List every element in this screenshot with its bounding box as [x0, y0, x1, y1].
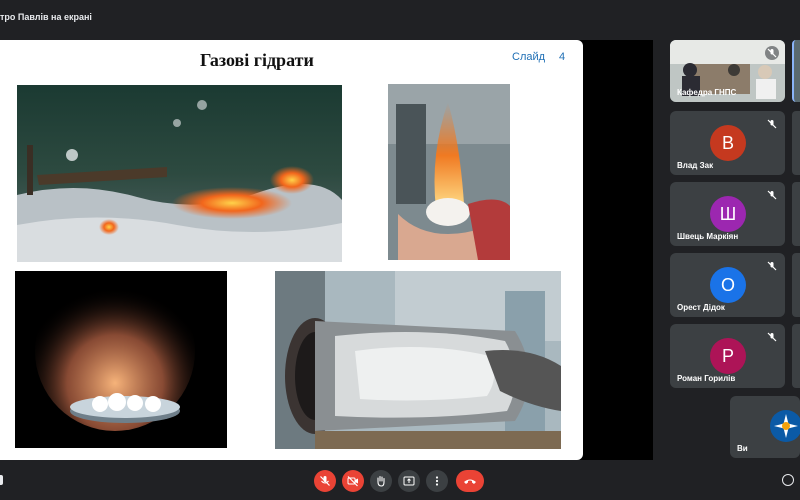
presenting-label: тро Павлів на екрані	[0, 12, 92, 22]
participant-name: Кафедра ГНПС	[677, 88, 737, 97]
slide-word: Слайд	[512, 51, 546, 63]
hand-icon	[377, 475, 385, 487]
end-call-button[interactable]	[456, 470, 484, 492]
left-edge-indicator	[0, 475, 3, 485]
participant-name: Роман Горилів	[677, 374, 736, 383]
meet-window: тро Павлів на екрані Газові гідрати Слай…	[0, 0, 800, 500]
raise-hand-button[interactable]	[370, 470, 392, 492]
participant-tile-edge	[792, 40, 800, 102]
avatar: В	[710, 125, 746, 161]
camera-off-icon	[347, 476, 358, 487]
participant-name: Орест Дідок	[677, 303, 725, 312]
participant-tile-edge	[792, 182, 800, 246]
mic-off-icon	[767, 261, 777, 271]
participant-tile[interactable]: Ш Швець Маркіян	[670, 182, 785, 246]
call-controls	[0, 460, 800, 500]
more-options-button[interactable]	[426, 470, 448, 492]
participant-name: Влад Зак	[677, 161, 714, 170]
slide-title: Газові гідрати	[200, 50, 314, 70]
more-vert-icon	[435, 476, 439, 486]
university-logo-icon	[770, 410, 800, 442]
avatar: Ш	[710, 196, 746, 232]
info-icon[interactable]	[782, 474, 794, 486]
mic-off-icon	[767, 332, 777, 342]
participant-tile[interactable]: Р Роман Горилів	[670, 324, 785, 388]
slide-number: 4	[559, 51, 566, 63]
participant-tile-edge	[792, 253, 800, 317]
participant-tile[interactable]: О Орест Дідок	[670, 253, 785, 317]
present-now-button[interactable]	[398, 470, 420, 492]
photo-hydrate-in-hands	[388, 84, 510, 260]
participant-tile-edge	[792, 111, 800, 175]
self-tile[interactable]: Ви	[730, 396, 800, 458]
slide: Газові гідрати Слайд 4	[0, 40, 583, 460]
photo-hydrate-plug-in-pipe	[275, 271, 561, 449]
camera-toggle-button[interactable]	[342, 470, 364, 492]
participant-tile[interactable]: В Влад Зак	[670, 111, 785, 175]
photo-burning-hydrate-on-snow	[17, 85, 342, 262]
participant-name: Ви	[737, 444, 748, 453]
photo-hydrate-in-dish	[15, 271, 227, 448]
mic-off-icon	[320, 476, 330, 486]
mic-off-icon	[765, 46, 779, 60]
presentation-area: Газові гідрати Слайд 4	[0, 40, 653, 460]
participant-name: Швець Маркіян	[677, 232, 739, 241]
avatar: Р	[710, 338, 746, 374]
present-icon	[403, 476, 415, 486]
top-bar: тро Павлів на екрані	[0, 0, 800, 36]
microphone-toggle-button[interactable]	[314, 470, 336, 492]
avatar: О	[710, 267, 746, 303]
participant-tile-video[interactable]: Кафедра ГНПС	[670, 40, 785, 102]
phone-hangup-icon	[464, 479, 476, 484]
mic-off-icon	[767, 190, 777, 200]
participant-tile-edge	[792, 324, 800, 388]
mic-off-icon	[767, 119, 777, 129]
